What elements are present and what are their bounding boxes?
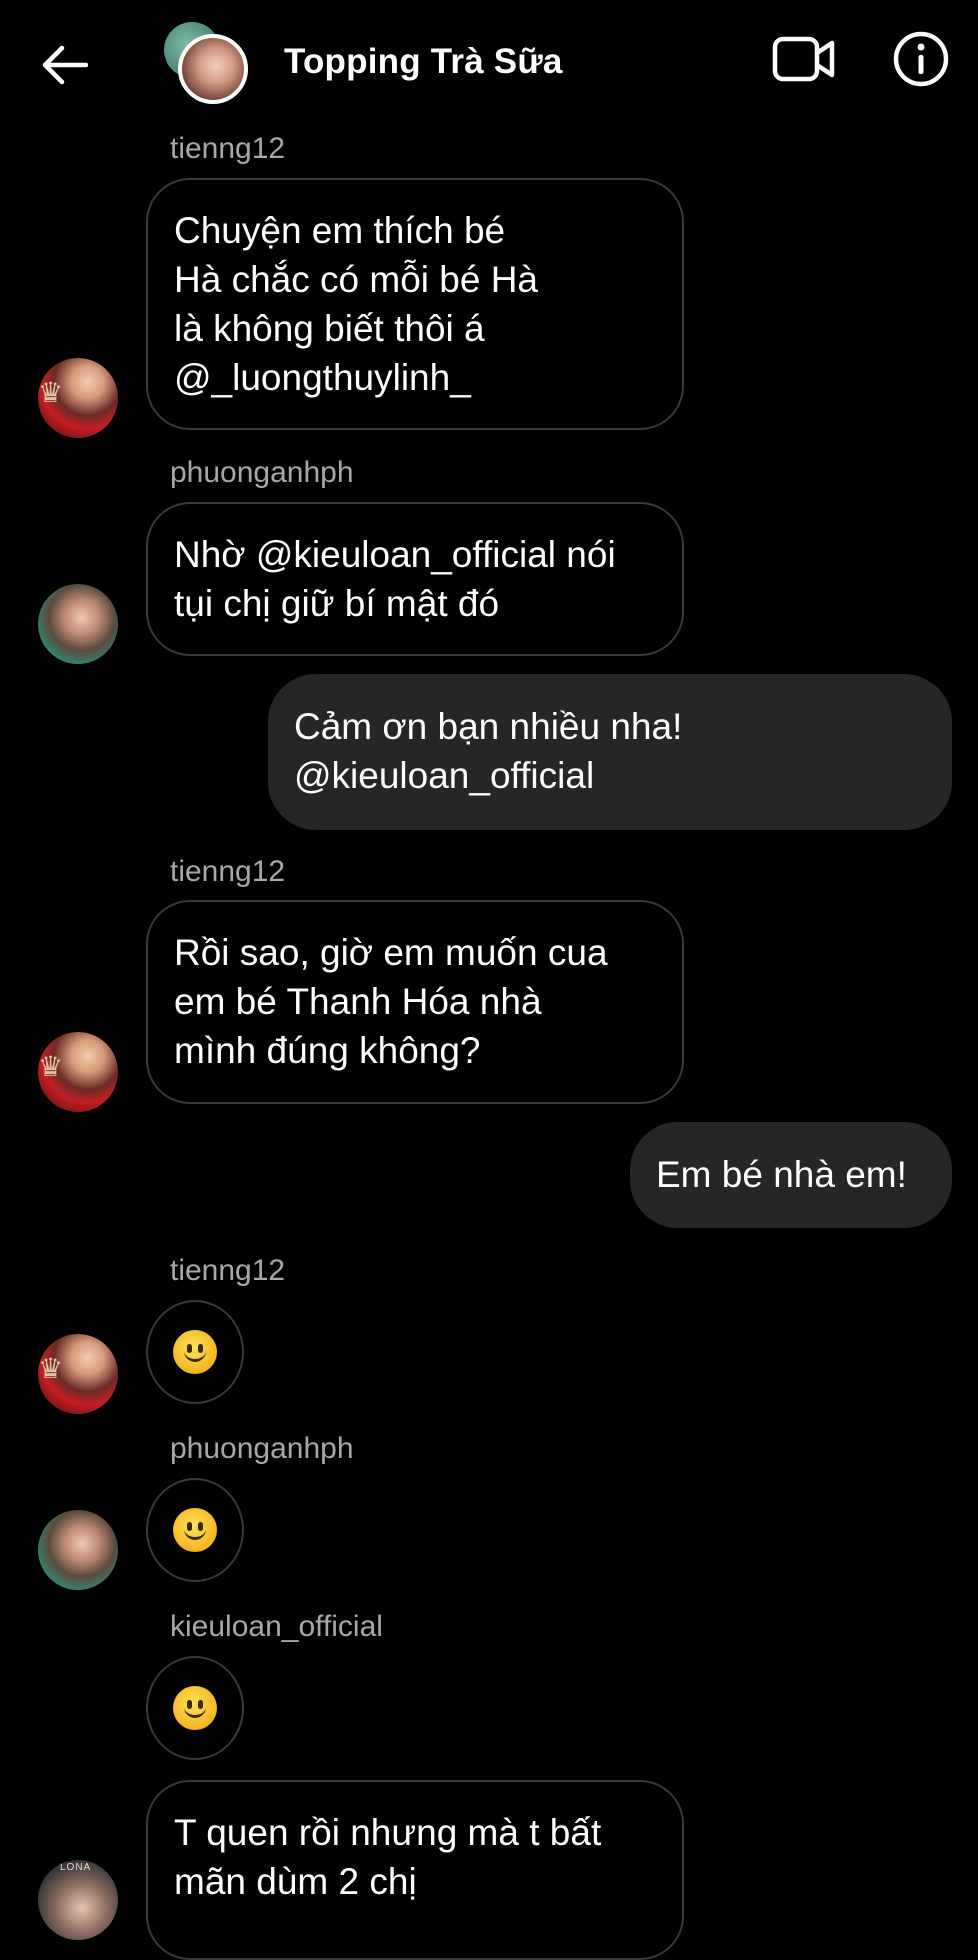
message-line: em bé Thanh Hóa nhà [174,981,542,1022]
crown-icon: ♛ [38,1051,64,1082]
message-line: tụi chị giữ bí mật đó [174,583,500,624]
avatar-badge: LONA [60,1862,92,1873]
message-bubble[interactable]: Chuyện em thích bé Hà chắc có mỗi bé Hà … [146,178,684,430]
info-button[interactable] [886,24,956,94]
message-bubble[interactable]: T quen rồi nhưng mà t bất mãn dùm 2 chị [146,1780,684,1960]
info-icon [893,31,949,87]
slightly-smiling-face-icon [173,1508,217,1552]
back-arrow-icon [42,45,88,85]
message-line: Hà chắc có mỗi bé Hà [174,259,539,300]
emoji-message-bubble[interactable] [146,1300,244,1404]
sender-name: tienng12 [170,1254,286,1287]
sender-avatar[interactable]: ♛ [38,1032,118,1112]
message-bubble[interactable]: Nhờ @kieuloan_official nói tụi chị giữ b… [146,502,684,656]
sender-avatar[interactable]: LONA [38,1860,118,1940]
sender-name: tienng12 [170,855,286,888]
message-line: Rồi sao, giờ em muốn cua [174,932,608,973]
message-line: Cảm ơn bạn nhiều nha! [294,706,683,747]
sender-name: kieuloan_official [170,1610,383,1643]
message-line: mình đúng không? [174,1030,481,1071]
back-button[interactable] [32,32,98,98]
emoji-message-bubble[interactable] [146,1478,244,1582]
sender-avatar[interactable] [38,584,118,664]
message-line: @_luongthuylinh_ [174,357,471,398]
sender-avatar[interactable] [38,1510,118,1590]
sender-name: phuonganhph [170,1432,354,1465]
message-line: Chuyện em thích bé [174,210,506,251]
message-line: mãn dùm 2 chị [174,1861,417,1902]
emoji-message-bubble[interactable] [146,1656,244,1760]
message-line: Nhờ @kieuloan_official nói [174,534,616,575]
message-bubble[interactable]: Rồi sao, giờ em muốn cua em bé Thanh Hóa… [146,900,684,1104]
outgoing-message-bubble[interactable]: Cảm ơn bạn nhiều nha! @kieuloan_official [268,674,952,830]
crown-icon: ♛ [38,1353,64,1384]
group-avatar-member [178,34,248,104]
crown-icon: ♛ [38,377,64,408]
sender-name: tienng12 [170,132,286,165]
slightly-smiling-face-icon [173,1686,217,1730]
message-line: là không biết thôi á [174,308,485,349]
video-camera-icon [772,36,835,82]
chat-title[interactable]: Topping Trà Sữa [284,42,563,82]
message-line: Em bé nhà em! [656,1154,907,1195]
sender-name: phuonganhph [170,456,354,489]
sender-avatar[interactable]: ♛ [38,1334,118,1414]
group-avatar[interactable] [160,20,250,110]
message-line: T quen rồi nhưng mà t bất [174,1812,602,1853]
video-call-button[interactable] [768,26,840,92]
outgoing-message-bubble[interactable]: Em bé nhà em! [630,1122,952,1228]
sender-avatar[interactable]: ♛ [38,358,118,438]
slightly-smiling-face-icon [173,1330,217,1374]
message-line: @kieuloan_official [294,755,595,796]
